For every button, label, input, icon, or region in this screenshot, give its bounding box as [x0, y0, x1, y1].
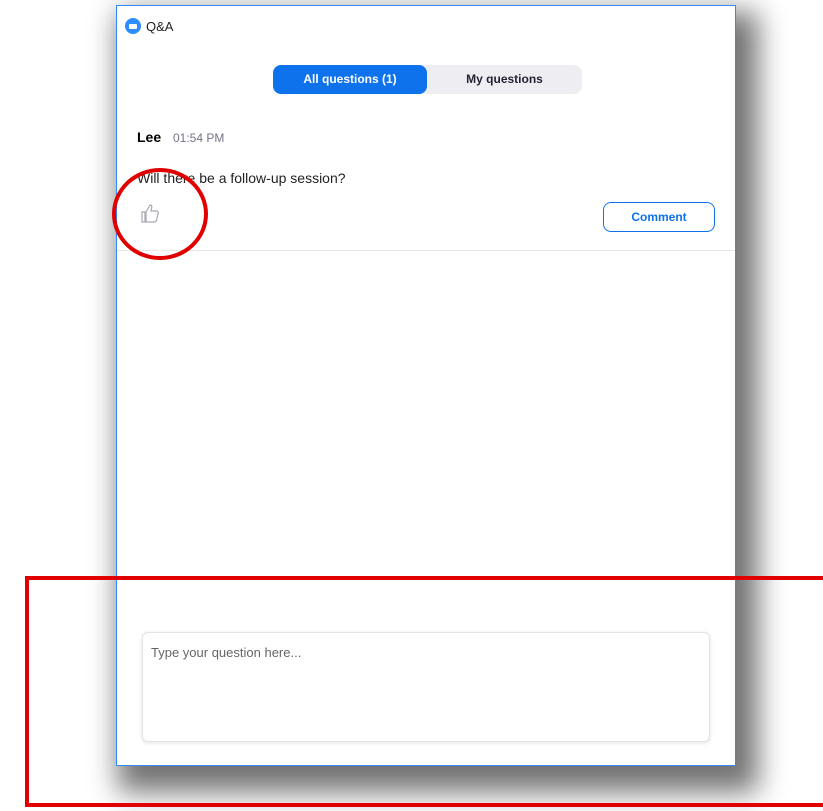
question-author: Lee — [137, 129, 162, 145]
question-item: Lee 01:54 PM Will there be a follow-up s… — [117, 116, 735, 251]
title-bar: Q&A — [125, 16, 173, 36]
zoom-camera-icon — [125, 18, 141, 34]
question-input-placeholder: Type your question here... — [151, 645, 302, 660]
qa-window: Q&A All questions (1) My questions Lee 0… — [116, 5, 736, 766]
question-text: Will there be a follow-up session? — [137, 170, 346, 186]
thumbs-up-icon[interactable] — [139, 202, 163, 226]
screenshot-stage: Q&A All questions (1) My questions Lee 0… — [0, 0, 823, 811]
question-tabs: All questions (1) My questions — [273, 65, 582, 94]
question-input[interactable]: Type your question here... — [142, 632, 710, 742]
window-title: Q&A — [146, 18, 174, 34]
question-time: 01:54 PM — [173, 131, 225, 145]
tab-my-questions[interactable]: My questions — [427, 65, 582, 94]
tab-all-questions[interactable]: All questions (1) — [273, 65, 427, 94]
comment-button[interactable]: Comment — [603, 202, 715, 232]
